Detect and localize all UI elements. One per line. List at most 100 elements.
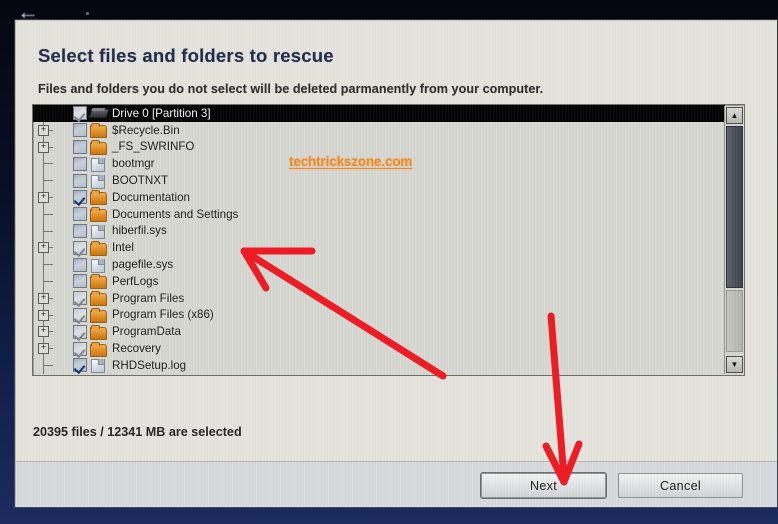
tree-row[interactable]: + Program Files — [33, 289, 725, 307]
tree-indent: + — [33, 239, 73, 257]
scroll-down-icon[interactable]: ▼ — [726, 356, 743, 373]
expand-icon[interactable]: + — [38, 242, 49, 254]
tree-line — [44, 230, 53, 232]
row-checkbox[interactable] — [73, 139, 87, 154]
row-checkbox[interactable] — [73, 257, 87, 272]
selection-status-text: 20395 files / 12341 MB are selected — [33, 425, 242, 439]
row-checkbox[interactable] — [73, 190, 87, 205]
tree-row[interactable]: + _FS_SWRINFO — [33, 138, 725, 156]
tree-row[interactable]: + Program Files (x86) — [33, 306, 725, 324]
scroll-up-icon[interactable]: ▲ — [726, 107, 743, 124]
tree-indent: + — [33, 323, 73, 341]
tree-row-label: pagefile.sys — [112, 258, 174, 272]
tree-row-label: Program Files (x86) — [112, 308, 214, 322]
row-checkbox[interactable] — [73, 291, 87, 306]
tree-indent: + — [33, 188, 73, 206]
expand-icon[interactable]: + — [38, 309, 49, 321]
dialog-footer: Next Cancel — [16, 461, 777, 507]
tree-indent — [33, 155, 73, 173]
expand-icon[interactable]: + — [38, 326, 49, 338]
file-tree-rows[interactable]: Drive 0 [Partition 3] + $Recycle.Bin + _FS_S… — [33, 105, 725, 375]
tree-row[interactable]: pagefile.sys — [33, 256, 725, 273]
expand-icon[interactable]: + — [38, 191, 49, 203]
file-tree-listbox[interactable]: Drive 0 [Partition 3] + $Recycle.Bin + _FS_S… — [32, 104, 745, 376]
watermark-text: techtrickszone.com — [289, 154, 413, 169]
tree-line — [44, 280, 53, 282]
tree-indent: + — [33, 138, 73, 156]
tree-row[interactable]: + Documentation — [33, 188, 725, 206]
tree-indent — [33, 356, 73, 374]
tree-row[interactable]: + $Recycle.Bin — [33, 121, 725, 139]
tree-row-label: Documents and Settings — [112, 207, 239, 221]
tree-row[interactable]: hiberfil.sys — [33, 222, 725, 240]
row-checkbox[interactable] — [73, 123, 87, 138]
file-icon — [90, 258, 107, 273]
tree-indent: + — [33, 306, 73, 324]
expand-icon[interactable]: + — [38, 343, 49, 355]
tree-indent — [33, 222, 73, 240]
tree-row-label: $Recycle.Bin — [112, 123, 180, 137]
tree-row[interactable]: + Intel — [33, 239, 725, 257]
row-checkbox[interactable] — [73, 341, 87, 356]
page-subtitle: Files and folders you do not select will… — [38, 82, 544, 96]
screenshot-root: ← Select files and folders to rescue Fil… — [0, 0, 778, 524]
folder-icon — [90, 307, 107, 323]
scrollbar-thumb[interactable] — [726, 126, 743, 288]
row-checkbox[interactable] — [73, 156, 87, 171]
row-checkbox[interactable] — [73, 274, 87, 289]
scrollbar-track[interactable] — [726, 290, 743, 352]
row-checkbox[interactable] — [73, 358, 87, 373]
tree-row[interactable]: Documents and Settings — [33, 205, 725, 223]
file-icon — [90, 157, 107, 172]
tree-row-label: Recovery — [112, 342, 161, 356]
tree-indent: + — [33, 340, 73, 357]
drive-icon — [90, 106, 107, 120]
row-checkbox[interactable] — [73, 207, 87, 222]
tree-row[interactable]: + ProgramData — [33, 323, 725, 341]
next-button[interactable]: Next — [481, 473, 606, 498]
tree-row-label: hiberfil.sys — [112, 224, 167, 238]
tree-indent — [33, 272, 73, 290]
tree-indent: + — [33, 289, 73, 307]
folder-icon — [90, 324, 107, 340]
tree-row[interactable]: PerfLogs — [33, 272, 725, 290]
tree-row-label: Documentation — [112, 190, 190, 204]
file-icon — [90, 224, 107, 239]
row-checkbox[interactable] — [73, 307, 87, 322]
tree-row-label: Intel — [112, 241, 134, 255]
row-checkbox[interactable] — [73, 173, 87, 188]
folder-icon — [90, 190, 107, 206]
folder-icon — [90, 139, 107, 155]
vertical-scrollbar[interactable]: ▲ ▼ — [724, 106, 743, 374]
folder-icon — [90, 123, 107, 139]
tree-line — [44, 364, 53, 366]
folder-icon — [90, 274, 107, 290]
rescue-dialog: Select files and folders to rescue Files… — [15, 20, 777, 507]
tree-row[interactable]: RHDSetup.log — [33, 356, 725, 374]
folder-icon — [90, 341, 107, 357]
expand-icon[interactable]: + — [38, 141, 49, 153]
row-checkbox[interactable] — [73, 324, 87, 339]
tree-row-label: RHDSetup.log — [112, 358, 187, 372]
dialog-body: Select files and folders to rescue Files… — [16, 21, 777, 462]
tree-row[interactable]: BOOTNXT — [33, 172, 725, 189]
cancel-button[interactable]: Cancel — [618, 473, 743, 498]
tree-indent — [33, 205, 73, 223]
tree-line — [44, 163, 53, 165]
tree-row-label: Program Files — [112, 291, 185, 305]
folder-icon — [90, 240, 107, 256]
tree-row[interactable]: + Recovery — [33, 340, 725, 357]
page-title: Select files and folders to rescue — [38, 45, 334, 66]
desktop-speck — [86, 12, 89, 15]
row-checkbox[interactable] — [73, 223, 87, 238]
file-icon — [90, 174, 107, 189]
expand-icon[interactable]: + — [38, 124, 49, 136]
tree-row-label: bootmgr — [112, 157, 155, 171]
expand-icon[interactable]: + — [38, 292, 49, 304]
row-checkbox[interactable] — [73, 106, 87, 121]
tree-line — [44, 213, 53, 215]
tree-row[interactable]: Drive 0 [Partition 3] — [33, 105, 725, 122]
row-checkbox[interactable] — [73, 240, 87, 255]
file-icon — [90, 358, 107, 374]
